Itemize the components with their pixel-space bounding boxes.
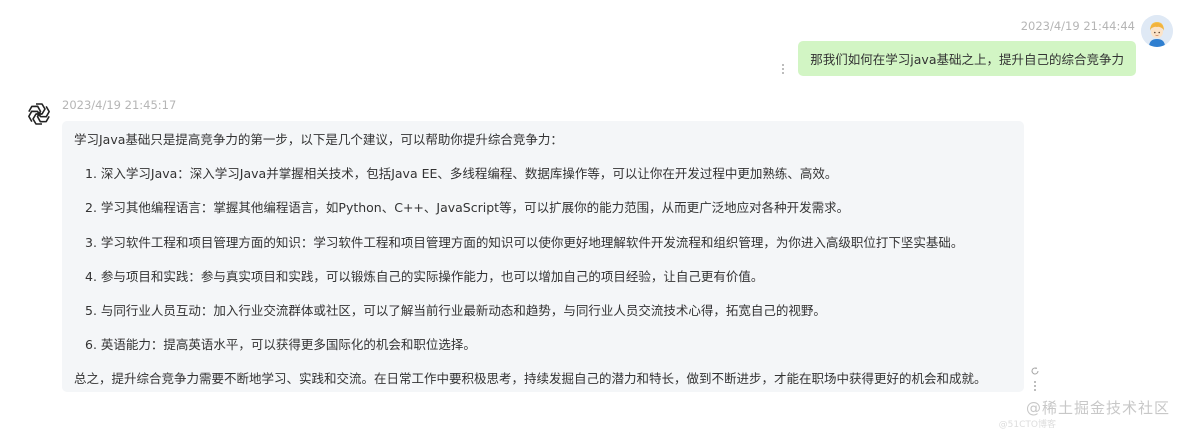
bot-message-timestamp: 2023/4/19 21:45:17 (62, 98, 177, 112)
bot-message-intro: 学习Java基础只是提高竞争力的第一步，以下是几个建议，可以帮助你提升综合竞争力… (74, 132, 563, 147)
refresh-icon[interactable] (1030, 361, 1040, 375)
bot-list-item: 3. 学习软件工程和项目管理方面的知识：学习软件工程和项目管理方面的知识可以使你… (85, 234, 964, 250)
bot-message-bubble: 学习Java基础只是提高竞争力的第一步，以下是几个建议，可以帮助你提升综合竞争力… (62, 121, 1024, 392)
openai-logo-icon (24, 99, 54, 129)
user-avatar-icon (1141, 15, 1173, 47)
bot-list-item: 2. 学习其他编程语言：掌握其他编程语言，如Python、C++、JavaScr… (85, 200, 850, 216)
bot-list-item: 1. 深入学习Java：深入学习Java并掌握相关技术，包括Java EE、多线… (85, 166, 838, 182)
bot-message-conclusion: 总之，提升综合竞争力需要不断地学习、实践和交流。在日常工作中要积极思考，持续发掘… (74, 371, 987, 387)
watermark: @稀土掘金技术社区 (1025, 399, 1170, 417)
bot-list-item: 4. 参与项目和实践：参与真实项目和实践，可以锻炼自己的实际操作能力，也可以增加… (85, 268, 764, 284)
bot-list-item: 6. 英语能力：提高英语水平，可以获得更多国际化的机会和职位选择。 (85, 337, 476, 353)
watermark-sub: @51CTO博客 (998, 420, 1056, 430)
bot-list-item: 5. 与同行业人员互动：加入行业交流群体或社区，可以了解当前行业最新动态和趋势，… (85, 302, 826, 318)
more-vertical-icon[interactable] (781, 63, 785, 75)
user-message-timestamp: 2023/4/19 21:44:44 (1020, 19, 1135, 33)
user-message-bubble: 那我们如何在学习java基础之上，提升自己的综合竞争力 (798, 41, 1136, 76)
chat-window: 2023/4/19 21:44:44 那我们如何在学习java基础之上，提升自己… (0, 0, 1184, 433)
user-message-text: 那我们如何在学习java基础之上，提升自己的综合竞争力 (810, 52, 1124, 67)
more-vertical-icon[interactable] (1033, 380, 1037, 392)
